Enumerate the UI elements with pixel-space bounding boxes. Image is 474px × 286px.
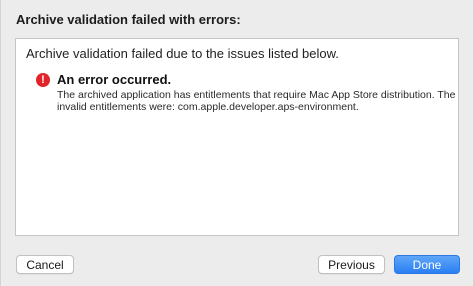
issue-description: The archived application has entitlement… (57, 89, 456, 113)
issues-panel: Archive validation failed due to the iss… (15, 38, 459, 236)
previous-button[interactable]: Previous (318, 255, 385, 274)
cancel-button[interactable]: Cancel (16, 255, 74, 274)
validation-dialog: Archive validation failed with errors: A… (0, 0, 474, 286)
issue-title: An error occurred. (57, 72, 172, 87)
error-icon: ! (36, 73, 50, 87)
error-icon-glyph: ! (41, 73, 45, 86)
summary-text: Archive validation failed due to the iss… (26, 46, 339, 61)
dialog-title: Archive validation failed with errors: (16, 12, 241, 27)
done-button[interactable]: Done (394, 255, 460, 274)
